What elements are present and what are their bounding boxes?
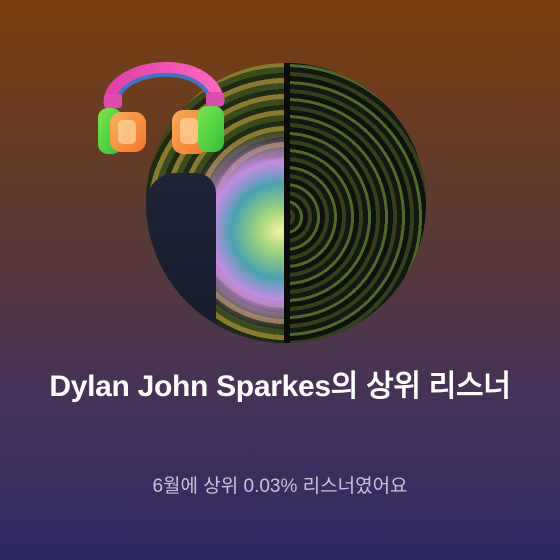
art-person-figure bbox=[146, 173, 216, 343]
art-door-seam bbox=[284, 63, 290, 343]
headphones-icon bbox=[98, 62, 225, 154]
card-title: Dylan John Sparkes의 상위 리스너 bbox=[49, 370, 511, 403]
art-right-half bbox=[286, 63, 426, 343]
card-subtitle: 6월에 상위 0.03% 리스너였어요 bbox=[152, 476, 408, 497]
